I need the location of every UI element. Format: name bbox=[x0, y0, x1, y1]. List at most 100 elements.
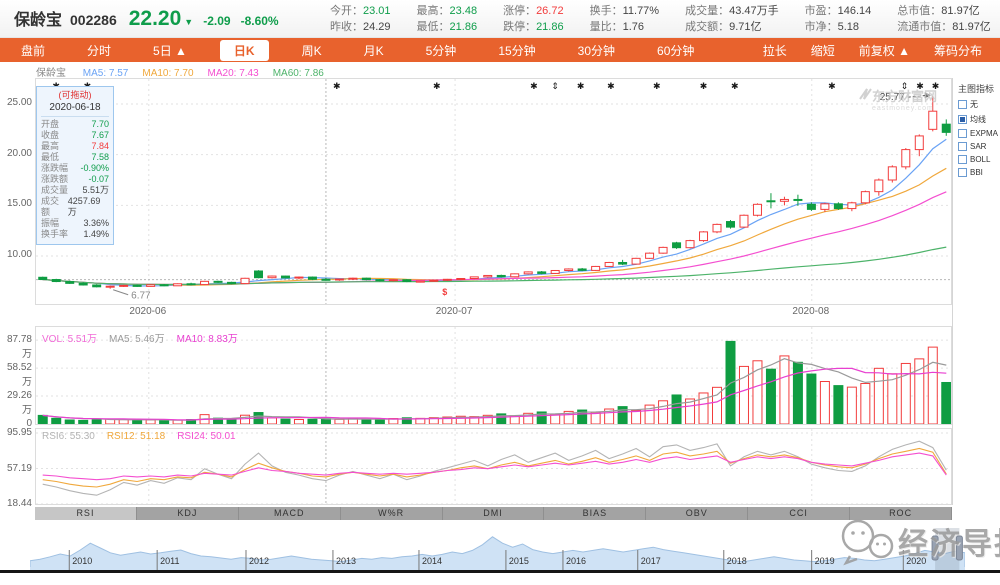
tool-前复权 ▲[interactable]: 前复权 ▲ bbox=[859, 42, 910, 59]
bottom-divider bbox=[0, 570, 1000, 573]
tab-5分钟[interactable]: 5分钟 bbox=[417, 40, 466, 61]
period-tab-bar: 盘前 分时 5日 ▲ 日K 周K 月K 5分钟 15分钟 30分钟 60分钟 拉长 缩短 前复权 ▲ 筹… bbox=[0, 38, 1000, 62]
tooltip-row: 收盘7.67 bbox=[41, 130, 109, 141]
stat-成交额: 成交额：9.71亿 bbox=[685, 20, 779, 35]
month-tick: 2020-08 bbox=[792, 306, 829, 317]
tab-周K[interactable]: 周K bbox=[293, 40, 331, 61]
price-down-arrow-icon: ▼ bbox=[184, 17, 193, 27]
stat-涨停: 涨停：26.72 bbox=[503, 4, 564, 19]
rsi-legend: RSI6: 55.30RSI12: 51.18RSI24: 50.01 bbox=[42, 431, 248, 442]
main-candlestick-chart[interactable]: ✱✱✱✱✱⇕✱✱✱✱✱✱⇕✱✱25.776.77$ bbox=[35, 78, 952, 305]
tooltip-row: 换手率1.49% bbox=[41, 229, 109, 240]
svg-text:$: $ bbox=[442, 287, 447, 297]
tooltip-rows: 开盘7.70收盘7.67最高7.84最低7.58涨跌幅-0.90%涨跌额-0.0… bbox=[41, 119, 109, 240]
stat-跌停: 跌停：21.86 bbox=[503, 20, 564, 35]
tab-盘前[interactable]: 盘前 bbox=[12, 40, 54, 61]
checkbox-icon[interactable] bbox=[958, 115, 967, 124]
indicator-option-BBI[interactable]: BBI bbox=[953, 166, 999, 179]
svg-text:✱: ✱ bbox=[433, 81, 441, 91]
stat-流通市值: 流通市值：81.97亿 bbox=[897, 20, 991, 35]
volume-label: VOL: 5.51万 bbox=[42, 334, 97, 345]
price-tick: 20.00 bbox=[2, 148, 32, 159]
indicator-tab-OBV[interactable]: OBV bbox=[646, 507, 748, 520]
tool-拉长[interactable]: 拉长 bbox=[763, 42, 787, 59]
indicator-option-均线[interactable]: 均线 bbox=[953, 112, 999, 127]
svg-text:✱: ✱ bbox=[607, 81, 615, 91]
stock-name: 保龄宝 bbox=[14, 6, 62, 30]
eastmoney-logo-icon bbox=[858, 88, 872, 100]
stat-column: 今开：23.01昨收：24.29 bbox=[330, 4, 391, 35]
svg-text:2016: 2016 bbox=[566, 556, 586, 566]
indicator-option-SAR[interactable]: SAR bbox=[953, 140, 999, 153]
tab-月K[interactable]: 月K bbox=[355, 40, 393, 61]
tab-30分钟[interactable]: 30分钟 bbox=[569, 40, 624, 61]
stock-price: 22.20 bbox=[129, 7, 182, 31]
stat-column: 总市值：81.97亿流通市值：81.97亿 bbox=[897, 4, 991, 35]
checkbox-icon[interactable] bbox=[958, 129, 967, 138]
month-tick: 2020-06 bbox=[129, 306, 166, 317]
stat-最低: 最低：21.86 bbox=[417, 20, 478, 35]
svg-text:2010: 2010 bbox=[72, 556, 92, 566]
tooltip-row: 振幅3.36% bbox=[41, 218, 109, 229]
indicator-tab-BIAS[interactable]: BIAS bbox=[544, 507, 646, 520]
stock-header: 保龄宝 002286 22.20 ▼ -2.09 -8.60% 今开：23.01… bbox=[0, 0, 1000, 38]
jingji-daobao-watermark: 经济导报 bbox=[836, 516, 1000, 566]
tool-缩短[interactable]: 缩短 bbox=[811, 42, 835, 59]
indicator-option-BOLL[interactable]: BOLL bbox=[953, 153, 999, 166]
checkbox-icon[interactable] bbox=[958, 155, 967, 164]
price-tick: 15.00 bbox=[2, 198, 32, 209]
checkbox-icon[interactable] bbox=[958, 142, 967, 151]
main-indicator-panel: 主图指标 无均线EXPMASARBOLLBBI bbox=[952, 78, 999, 505]
chart-tools: 拉长 缩短 前复权 ▲ 筹码分布 bbox=[755, 42, 1000, 59]
price-tick: 25.00 bbox=[2, 97, 32, 108]
indicator-tab-CCI[interactable]: CCI bbox=[748, 507, 850, 520]
rsi-tick: 95.95 bbox=[2, 427, 32, 438]
volume-label: MA10: 8.83万 bbox=[177, 334, 238, 345]
svg-text:2013: 2013 bbox=[336, 556, 356, 566]
volume-tick: 87.78万 bbox=[2, 334, 32, 360]
stock-code: 002286 bbox=[70, 12, 117, 28]
tab-分时[interactable]: 分时 bbox=[78, 40, 120, 61]
indicator-tab-RSI[interactable]: RSI bbox=[35, 507, 137, 520]
indicator-option-EXPMA[interactable]: EXPMA bbox=[953, 127, 999, 140]
stat-column: 最高：23.48最低：21.86 bbox=[417, 4, 478, 35]
stat-column: 换手：11.77%量比：1.76 bbox=[590, 4, 660, 35]
eastmoney-watermark: 东方财富网 eastmoney.com bbox=[872, 86, 937, 112]
volume-legend: VOL: 5.51万 MA5: 5.46万 MA10: 8.83万 bbox=[42, 330, 250, 345]
rsi-tick: 18.44 bbox=[2, 498, 32, 509]
svg-text:2015: 2015 bbox=[509, 556, 529, 566]
stat-总市值: 总市值：81.97亿 bbox=[897, 4, 991, 19]
stat-成交量: 成交量：43.47万手 bbox=[685, 4, 779, 19]
tooltip-row: 成交量5.51万 bbox=[41, 185, 109, 196]
tab-60分钟[interactable]: 60分钟 bbox=[648, 40, 703, 61]
svg-text:6.77: 6.77 bbox=[131, 291, 151, 302]
stat-量比: 量比：1.76 bbox=[590, 20, 660, 35]
history-range-navigator[interactable]: 2010201120122013201420152016201720182019… bbox=[30, 524, 965, 570]
tab-5日 ▲[interactable]: 5日 ▲ bbox=[144, 40, 196, 61]
indicator-tab-KDJ[interactable]: KDJ bbox=[137, 507, 239, 520]
volume-label: MA5: 5.46万 bbox=[109, 334, 165, 345]
indicator-option-无[interactable]: 无 bbox=[953, 97, 999, 112]
volume-tick: 58.52万 bbox=[2, 362, 32, 388]
indicator-tab-W%R[interactable]: W%R bbox=[341, 507, 443, 520]
tab-日K[interactable]: 日K bbox=[220, 40, 269, 61]
rsi-tick: 57.19 bbox=[2, 463, 32, 474]
stat-column: 涨停：26.72跌停：21.86 bbox=[503, 4, 564, 35]
svg-text:✱: ✱ bbox=[530, 81, 538, 91]
tab-15分钟[interactable]: 15分钟 bbox=[489, 40, 544, 61]
checkbox-icon[interactable] bbox=[958, 100, 967, 109]
stat-昨收: 昨收：24.29 bbox=[330, 20, 391, 35]
svg-text:2017: 2017 bbox=[641, 556, 661, 566]
checkbox-icon[interactable] bbox=[958, 168, 967, 177]
svg-text:✱: ✱ bbox=[731, 81, 739, 91]
stat-市盈: 市盈：146.14 bbox=[805, 4, 872, 19]
stock-stats: 今开：23.01昨收：24.29 最高：23.48最低：21.86 涨停：26.72… bbox=[330, 3, 991, 35]
candle-tooltip[interactable]: (可拖动) 2020-06-18 开盘7.70收盘7.67最高7.84最低7.5… bbox=[36, 86, 114, 245]
svg-text:✱: ✱ bbox=[333, 81, 341, 91]
indicator-tab-DMI[interactable]: DMI bbox=[443, 507, 545, 520]
stat-最高: 最高：23.48 bbox=[417, 4, 478, 19]
tooltip-row: 成交额4257.69万 bbox=[41, 196, 109, 218]
tooltip-drag-hint: (可拖动) bbox=[41, 90, 109, 101]
tool-筹码分布[interactable]: 筹码分布 bbox=[934, 42, 982, 59]
indicator-tab-MACD[interactable]: MACD bbox=[239, 507, 341, 520]
